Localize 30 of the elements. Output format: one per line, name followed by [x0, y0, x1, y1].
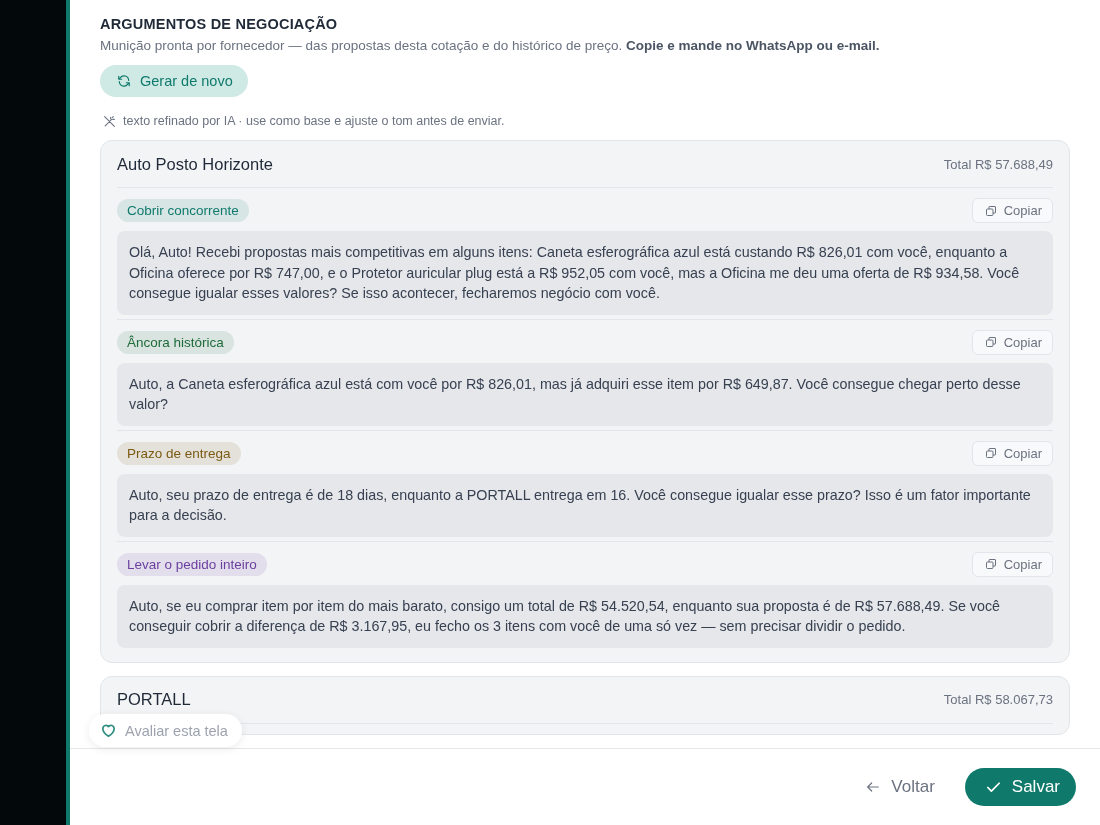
message-text: Olá, Auto! Recebi propostas mais competitivas em alguns itens: Caneta esferográfica azul está custando R$ 826,01 com você, enquanto a Oficina oferece por R$ 747,00, e o Protetor auricular plug está a R$ 952,05 com você, mas a Oficina me deu uma oferta de R$ 934,58. Você consegue igualar esses valores? Se isso acontecer, fecharemos negócio com você. — [117, 231, 1053, 315]
copy-icon — [984, 204, 997, 217]
supplier-name: PORTALL — [117, 690, 191, 709]
save-button[interactable]: Salvar — [964, 768, 1076, 806]
regenerate-button[interactable]: Gerar de novo — [100, 65, 248, 97]
supplier-name: Auto Posto Horizonte — [117, 154, 273, 174]
copy-icon — [984, 336, 997, 348]
message-text: Auto, seu prazo de entrega é de 18 dias, enquanto a PORTALL entrega em 16. Você consegue igualar esse prazo? Isso é um fator importante para a decisão. — [117, 473, 1053, 537]
message-text: Auto, se eu comprar item por item do mais barato, consigo um total de R$ 54.520,54, enquanto sua proposta é de R$ 57.688,49. Se você conseguir cobrir a diferença de R$ 3.167,95, eu fecho os 3 itens com você de uma só vez — sem precisar dividir o pedido. — [117, 584, 1053, 648]
supplier-total: Total R$ 58.067,73 — [943, 692, 1053, 707]
section-description: Munição pronta por fornecedor — das propostas desta cotação e do histórico de preço. Copie e mande no WhatsApp ou e-mail. — [100, 38, 881, 53]
back-button[interactable]: Voltar — [859, 776, 941, 798]
arrow-left-icon — [865, 779, 882, 795]
argument-tag: Âncora histórica — [117, 330, 234, 354]
feedback-button[interactable]: Avaliar esta tela — [89, 714, 242, 747]
argument-tag: Prazo de entrega — [117, 441, 241, 465]
message-text: Auto, a Caneta esferográfica azul está com você por R$ 826,01, mas já adquiri esse item por R$ 649,87. Você consegue chegar perto desse valor? — [117, 362, 1053, 426]
heart-icon — [100, 722, 117, 739]
ai-note: texto refinado por IA · use como base e ajuste o tom antes de enviar. — [123, 114, 505, 128]
copy-icon — [984, 558, 997, 570]
argument-tag: Cobrir concorrente — [117, 199, 249, 222]
supplier-total: Total R$ 57.688,49 — [943, 156, 1053, 172]
section-title: ARGUMENTOS DE NEGOCIAÇÃO — [100, 16, 339, 32]
copy-button[interactable]: Copiar — [971, 551, 1053, 577]
copy-button[interactable]: Copiar — [971, 198, 1053, 223]
refresh-icon — [117, 74, 131, 88]
copy-icon — [984, 447, 997, 459]
argument-tag: Levar o pedido inteiro — [117, 552, 267, 576]
copy-button[interactable]: Copiar — [971, 329, 1053, 355]
copy-button[interactable]: Copiar — [971, 440, 1053, 466]
